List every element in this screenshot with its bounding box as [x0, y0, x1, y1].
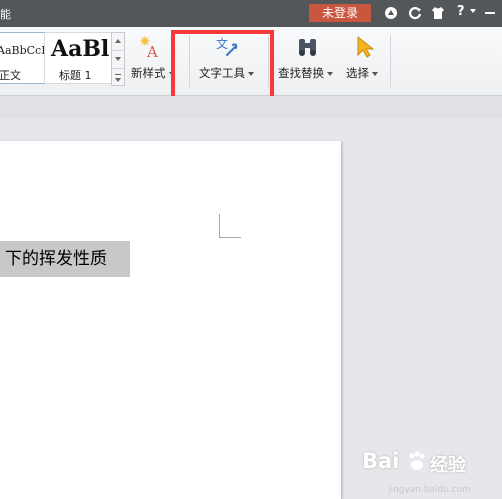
find-replace-text: 查找替换	[278, 66, 324, 80]
svg-text:A: A	[146, 43, 158, 59]
new-style-label: 新样式	[131, 65, 175, 81]
watermark-brand: Bai	[362, 449, 400, 473]
select-button[interactable]: 选择	[344, 33, 384, 85]
scroll-down-button[interactable]	[112, 51, 124, 69]
expand-icon	[115, 78, 121, 82]
margin-corner-mark	[219, 237, 241, 238]
find-replace-label: 查找替换	[278, 65, 333, 81]
more-line	[115, 74, 121, 75]
select-cursor-icon	[357, 35, 375, 58]
watermark-url: jingyan.baidu.com	[388, 485, 472, 495]
style-heading-1[interactable]: AaBl 标题 1	[44, 32, 112, 84]
select-text: 选择	[346, 66, 369, 80]
new-style-icon: A	[140, 36, 158, 59]
group-divider	[390, 35, 391, 87]
new-style-text: 新样式	[131, 66, 166, 80]
dropdown-caret-icon	[327, 71, 333, 76]
ruler-bar	[0, 96, 502, 118]
select-label: 选择	[346, 65, 378, 81]
style-gallery-scroller	[111, 32, 125, 86]
minimize-icon[interactable]	[485, 12, 495, 14]
document-page[interactable]: 下的挥发性质	[0, 141, 341, 499]
chevron-down-icon	[115, 57, 121, 61]
style-caption: 正文	[0, 69, 21, 82]
dropdown-caret-icon	[372, 71, 378, 76]
paw-logo-icon	[409, 451, 425, 470]
login-button[interactable]: 未登录	[309, 4, 371, 22]
window-title-fragment: 能	[0, 8, 11, 21]
chevron-up-icon	[115, 39, 121, 43]
style-normal[interactable]: AaBbCcDd 正文	[0, 32, 57, 84]
find-replace-icon	[299, 39, 316, 56]
watermark: Bai 经验 jingyan.baidu.com	[362, 449, 497, 495]
margin-corner-mark	[219, 214, 220, 238]
shirt-icon[interactable]	[431, 6, 445, 20]
style-caption: 标题 1	[59, 69, 92, 82]
scroll-up-button[interactable]	[112, 33, 124, 51]
style-sample-text: AaBl	[51, 36, 110, 62]
refresh-icon[interactable]	[408, 6, 422, 20]
title-bar: 能 未登录 ?	[0, 0, 502, 27]
skin-icon[interactable]	[384, 6, 398, 20]
gallery-more-button[interactable]	[112, 69, 124, 86]
help-menu-chevron-icon[interactable]	[470, 9, 476, 13]
find-replace-button[interactable]: 查找替换	[276, 33, 338, 85]
watermark-brand-suffix: 经验	[430, 455, 466, 476]
selected-text[interactable]: 下的挥发性质	[0, 241, 130, 277]
help-icon[interactable]: ?	[457, 4, 465, 19]
new-style-button[interactable]: A 新样式	[129, 33, 175, 85]
